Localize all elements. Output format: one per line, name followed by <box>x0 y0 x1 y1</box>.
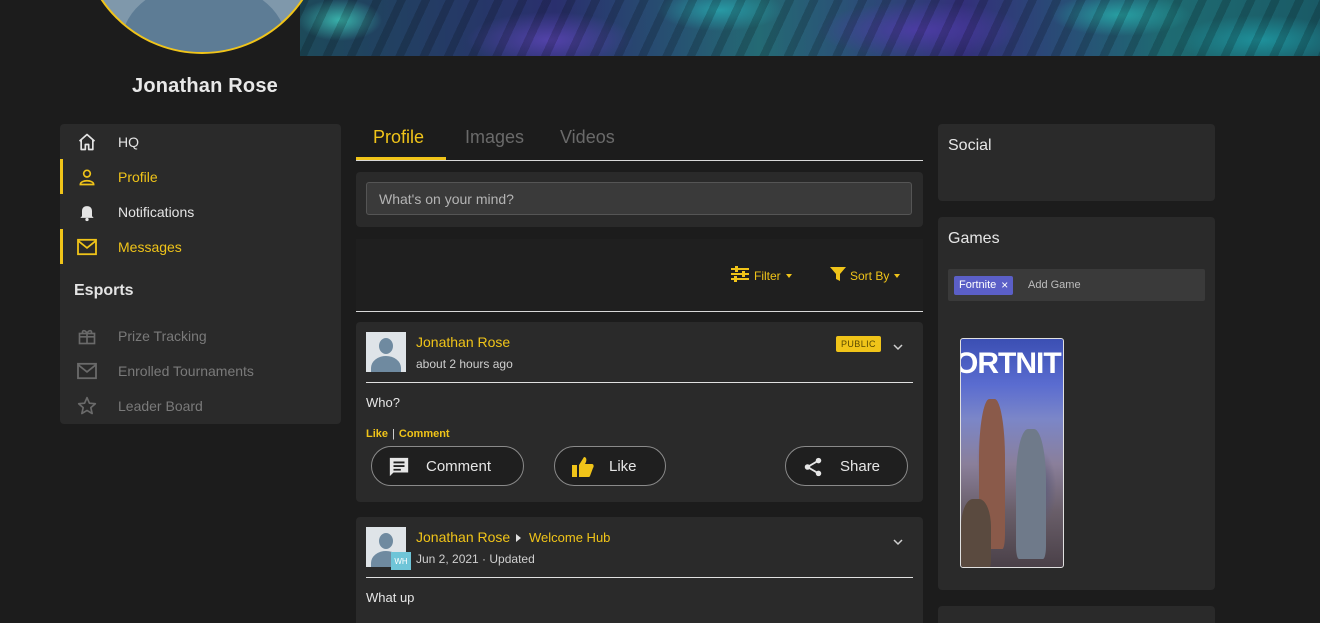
person-icon <box>76 166 98 188</box>
nav-label-enrolled-tournaments: Enrolled Tournaments <box>118 362 254 379</box>
cover-figure <box>1016 429 1046 559</box>
nav-item-messages[interactable]: Messages <box>60 229 341 264</box>
home-icon <box>76 131 98 153</box>
tab-videos[interactable]: Videos <box>560 127 615 148</box>
chevron-down-icon <box>785 273 792 278</box>
nav-item-profile[interactable]: Profile <box>60 159 341 194</box>
comment-button[interactable]: Comment <box>371 446 524 486</box>
filter-button[interactable]: Filter <box>730 266 792 285</box>
post-author-avatar[interactable] <box>366 332 406 372</box>
nav-item-enrolled-tournaments[interactable]: Enrolled Tournaments <box>60 353 341 388</box>
close-icon[interactable]: × <box>1001 276 1008 295</box>
nav-label-notifications: Notifications <box>118 203 195 220</box>
thumbs-up-icon <box>571 456 594 478</box>
like-button-label: Like <box>609 458 637 475</box>
tab-images[interactable]: Images <box>465 127 524 148</box>
post-divider <box>366 382 913 383</box>
like-button[interactable]: Like <box>554 446 666 486</box>
sort-by-label: Sort By <box>850 268 890 283</box>
hub-badge: WH <box>391 552 411 570</box>
profile-tabs: Profile Images Videos <box>356 120 923 161</box>
nav-label-profile: Profile <box>118 168 158 185</box>
game-cover-image[interactable]: ORTNIT <box>960 338 1064 568</box>
gift-icon <box>76 325 98 347</box>
post-author-name[interactable]: Jonathan Rose <box>416 334 510 350</box>
caret-right-icon <box>516 534 521 542</box>
cover-figure <box>961 499 991 567</box>
nav-item-notifications[interactable]: Notifications <box>60 194 341 229</box>
link-separator: | <box>392 428 395 440</box>
nav-label-messages: Messages <box>118 238 182 255</box>
social-card: Social <box>938 124 1215 201</box>
post-action-links: Like | Comment <box>366 428 450 440</box>
comment-button-label: Comment <box>426 458 492 475</box>
feed-filter-bar: Filter Sort By <box>356 239 923 312</box>
profile-avatar[interactable] <box>80 0 324 54</box>
nav-label-leader-board: Leader Board <box>118 397 203 414</box>
bell-icon <box>76 201 98 223</box>
profile-name: Jonathan Rose <box>132 75 278 97</box>
nav-item-hq[interactable]: HQ <box>60 124 341 159</box>
share-icon <box>802 456 824 478</box>
sliders-icon <box>730 266 750 285</box>
nav-item-prize-tracking[interactable]: Prize Tracking <box>60 318 341 353</box>
next-card <box>938 606 1215 623</box>
add-game-input[interactable]: Add Game <box>1028 279 1081 291</box>
profile-banner <box>0 0 1320 56</box>
games-card: Games Fortnite × Add Game ORTNIT <box>938 217 1215 590</box>
share-button[interactable]: Share <box>785 446 908 486</box>
post-divider <box>366 577 913 578</box>
post-body: What up <box>366 590 415 605</box>
social-title: Social <box>948 137 992 154</box>
comment-icon <box>388 456 410 478</box>
feed-post: Jonathan Rose about 2 hours ago PUBLIC W… <box>356 322 923 502</box>
nav-label-prize-tracking: Prize Tracking <box>118 327 207 344</box>
visibility-badge: PUBLIC <box>836 336 881 352</box>
post-composer <box>356 172 923 227</box>
game-chip-label: Fortnite <box>959 279 997 291</box>
banner-image <box>300 0 1320 56</box>
post-timestamp: Jun 2, 2021 · Updated <box>416 552 535 566</box>
funnel-icon <box>830 266 846 285</box>
post-menu-chevron-icon[interactable] <box>892 533 904 546</box>
comment-link[interactable]: Comment <box>399 428 450 440</box>
left-navigation: HQ Profile Notifications Messages Esport… <box>60 124 341 424</box>
game-cover-title: ORTNIT <box>960 347 1062 380</box>
nav-item-leader-board[interactable]: Leader Board <box>60 388 341 423</box>
post-body: Who? <box>366 395 400 410</box>
share-button-label: Share <box>840 458 881 475</box>
games-title: Games <box>948 230 1000 247</box>
like-link[interactable]: Like <box>366 428 388 440</box>
active-tab-indicator <box>356 157 446 160</box>
game-chip: Fortnite × <box>954 276 1014 295</box>
sort-by-button[interactable]: Sort By <box>830 266 901 285</box>
post-timestamp: about 2 hours ago <box>416 357 513 371</box>
esports-section-title: Esports <box>74 282 134 299</box>
chevron-down-icon <box>894 273 901 278</box>
feed-post: WH Jonathan Rose Welcome Hub Jun 2, 2021… <box>356 517 923 623</box>
post-menu-chevron-icon[interactable] <box>892 338 904 351</box>
post-hub-name[interactable]: Welcome Hub <box>529 530 610 545</box>
nav-label-hq: HQ <box>118 133 139 150</box>
envelope-icon <box>76 360 98 382</box>
filter-label: Filter <box>754 268 781 283</box>
post-author-name[interactable]: Jonathan Rose <box>416 529 510 545</box>
star-icon <box>76 395 98 417</box>
post-composer-input[interactable] <box>366 182 912 215</box>
games-input-field[interactable]: Fortnite × Add Game <box>948 269 1205 301</box>
tab-profile[interactable]: Profile <box>373 127 424 148</box>
envelope-icon <box>76 236 98 258</box>
